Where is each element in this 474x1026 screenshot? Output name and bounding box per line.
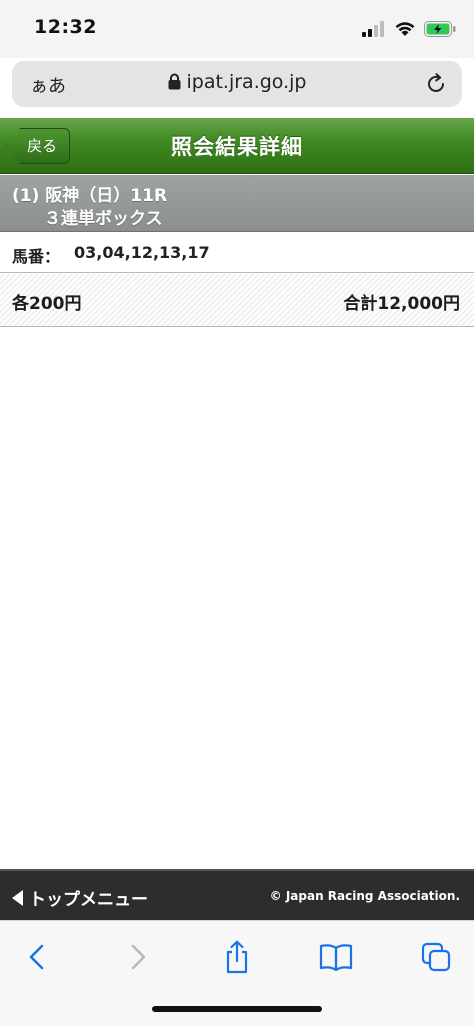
tabs-button[interactable] <box>414 935 458 979</box>
amount-row: 各200円 合計12,000円 <box>0 274 474 327</box>
browser-back-button[interactable] <box>15 935 59 979</box>
back-icon <box>29 944 44 970</box>
reload-icon[interactable] <box>424 72 448 96</box>
url-text: ipat.jra.go.jp <box>186 71 307 93</box>
status-icons <box>362 19 456 39</box>
battery-charging-icon <box>424 21 456 37</box>
status-time: 12:32 <box>34 16 97 38</box>
amount-total: 合計12,000円 <box>343 294 460 314</box>
top-menu-link[interactable]: トップメニュー <box>12 885 148 910</box>
horse-numbers-label: 馬番： <box>12 247 61 266</box>
wifi-icon <box>395 22 415 36</box>
url-display[interactable]: ipat.jra.go.jp <box>12 71 462 93</box>
home-indicator <box>152 1006 322 1012</box>
bookmarks-button[interactable] <box>314 935 358 979</box>
address-bar[interactable]: ぁあ ipat.jra.go.jp <box>12 61 462 107</box>
page-title: 照会結果詳細 <box>171 135 303 159</box>
lock-icon <box>168 73 180 90</box>
copyright: © Japan Racing Association. <box>269 889 460 903</box>
horse-numbers-value: 03,04,12,13,17 <box>74 243 210 262</box>
browser-forward-button[interactable] <box>116 935 160 979</box>
top-menu-label: トップメニュー <box>29 890 148 910</box>
race-name: (1) 阪神（日）11R <box>12 186 168 206</box>
share-icon <box>226 940 248 974</box>
triangle-left-icon <box>12 889 23 906</box>
horse-numbers-row: 馬番： 03,04,12,13,17 <box>0 232 474 273</box>
status-bar: 12:32 <box>0 0 474 58</box>
footer-bar: トップメニュー © Japan Racing Association. <box>0 869 474 920</box>
bet-type: ３連単ボックス <box>44 209 163 229</box>
share-button[interactable] <box>215 935 259 979</box>
page-header: 戻る 照会結果詳細 <box>0 118 474 174</box>
forward-icon <box>131 944 146 970</box>
tabs-icon <box>421 942 451 972</box>
amount-each: 各200円 <box>12 294 82 314</box>
race-info: (1) 阪神（日）11R ３連単ボックス <box>0 175 474 232</box>
bookmarks-icon <box>319 944 353 971</box>
signal-icon <box>362 21 384 37</box>
